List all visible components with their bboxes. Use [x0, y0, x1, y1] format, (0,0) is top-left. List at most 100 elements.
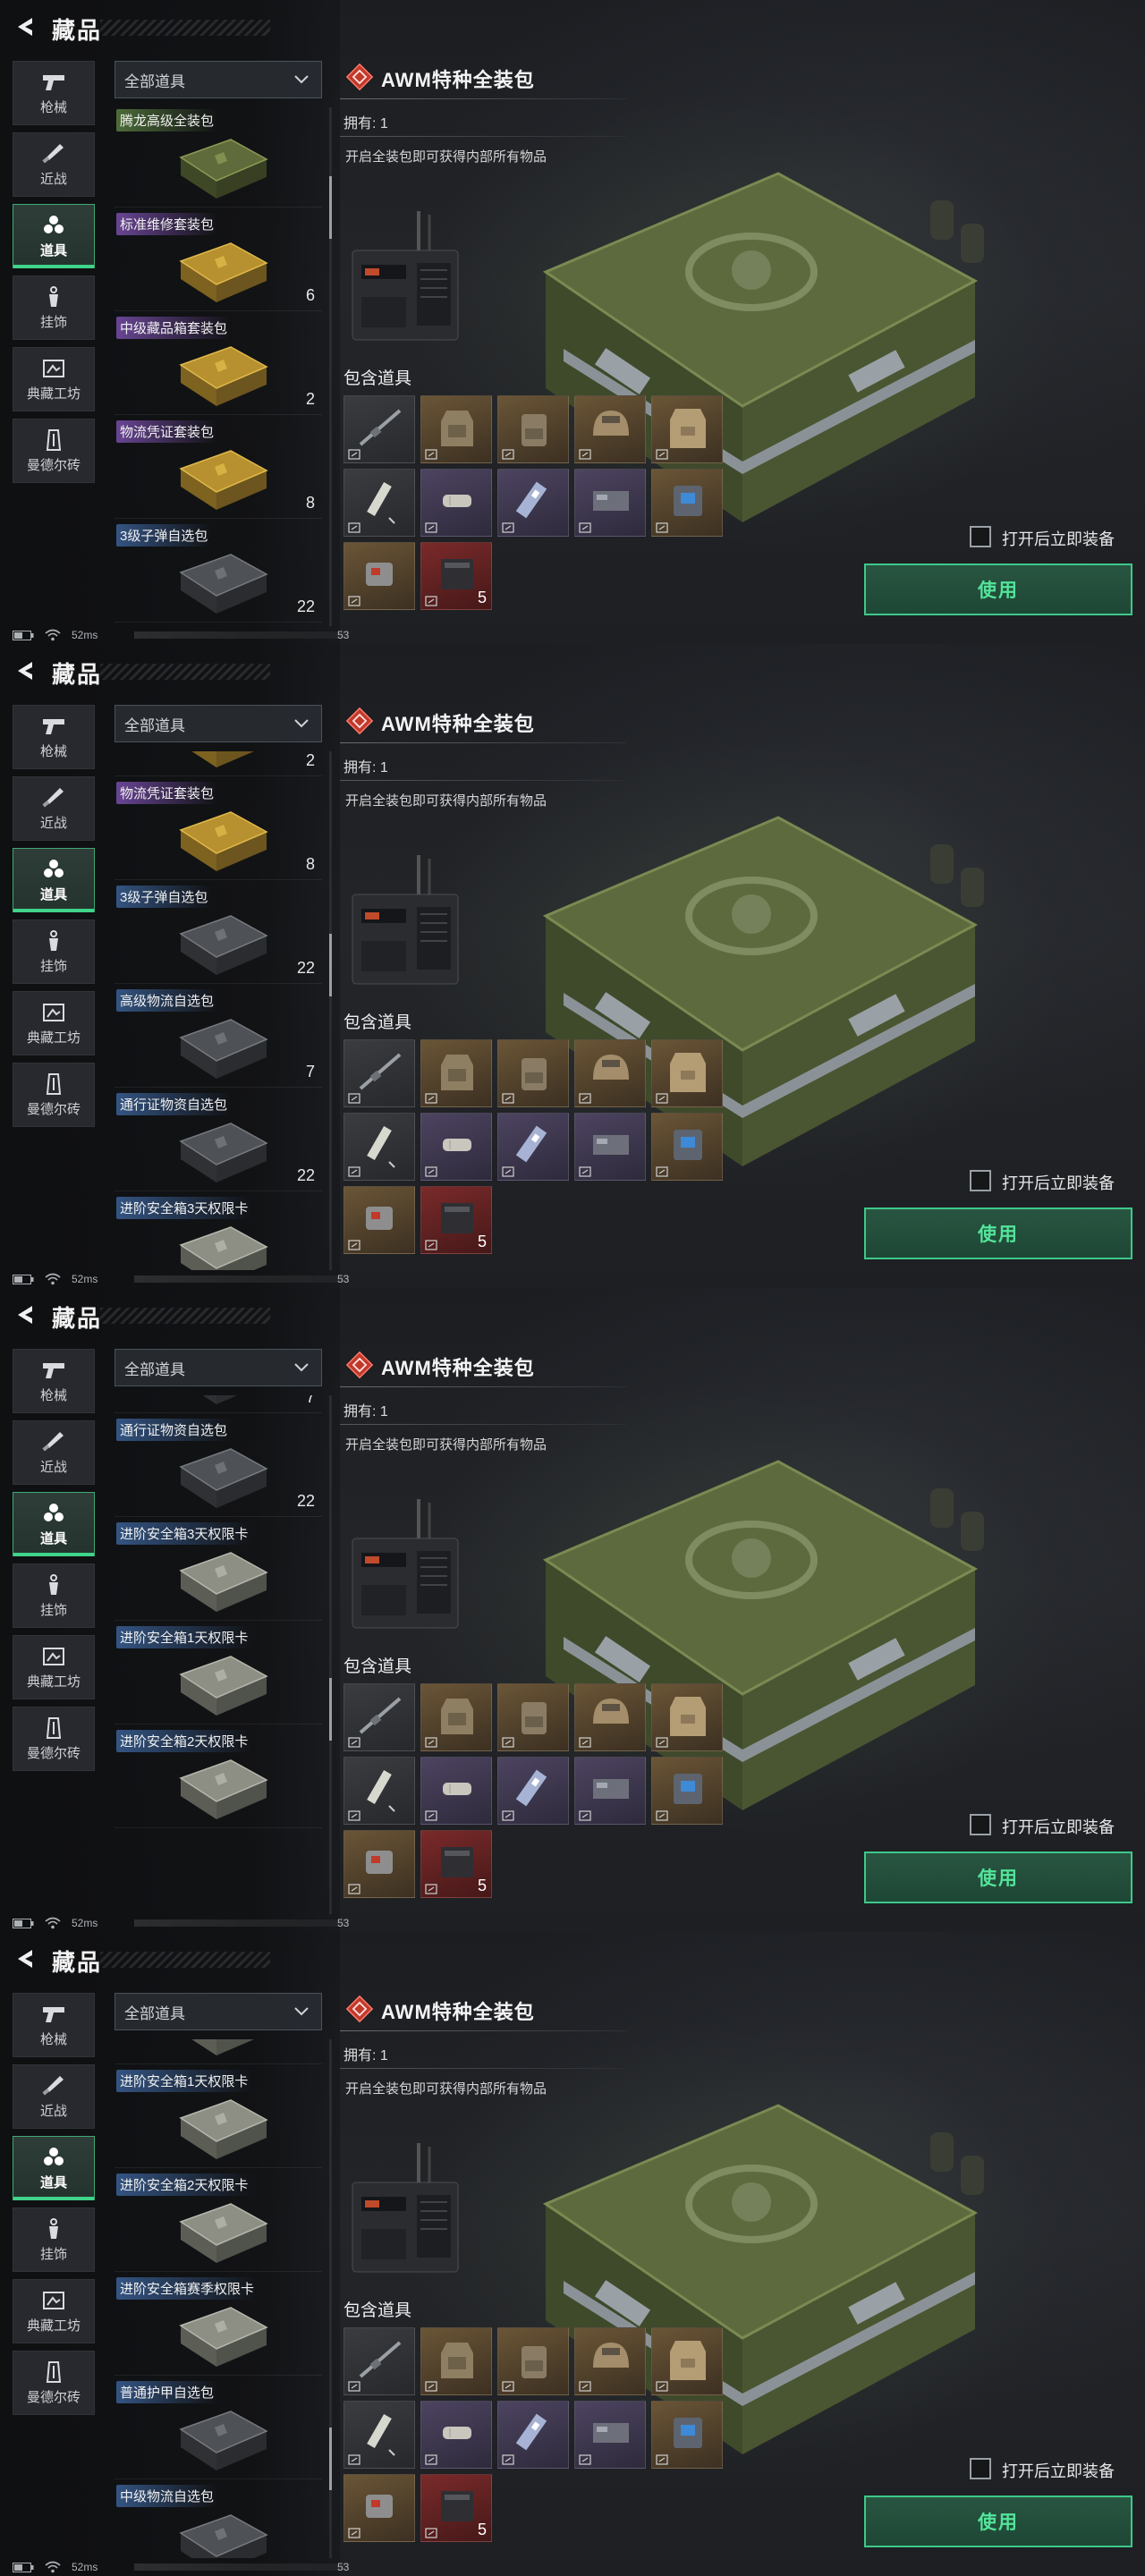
equip-after-open-checkbox[interactable]: [970, 526, 991, 547]
list-item[interactable]: 通行证物资自选包 22: [114, 1417, 322, 1517]
content-slot[interactable]: [420, 469, 492, 537]
item-filter-dropdown[interactable]: 全部道具: [114, 61, 322, 98]
content-slot[interactable]: [574, 1113, 646, 1181]
list-item[interactable]: 进阶安全箱2天权限卡: [114, 2172, 322, 2272]
content-slot[interactable]: [574, 469, 646, 537]
content-slot[interactable]: [344, 469, 415, 537]
content-slot[interactable]: [344, 1186, 415, 1254]
list-item[interactable]: 中级物流自选包: [114, 2483, 322, 2558]
item-filter-dropdown[interactable]: 全部道具: [114, 1993, 322, 2030]
content-slot[interactable]: [420, 1757, 492, 1825]
use-button[interactable]: 使用: [864, 2496, 1132, 2547]
list-scroll-thumb[interactable]: [329, 1678, 332, 1741]
sidebar-item-items[interactable]: 道具: [13, 1492, 95, 1556]
content-slot[interactable]: [574, 1039, 646, 1107]
content-slot[interactable]: [574, 2401, 646, 2469]
list-scroll-thumb[interactable]: [329, 175, 332, 239]
item-list[interactable]: 高级物流自选包7 通行证物资自选包 22 进阶安全箱3天权限卡进阶安全箱1天权限卡进阶…: [114, 1395, 322, 1914]
content-slot[interactable]: [651, 395, 723, 463]
use-button[interactable]: 使用: [864, 1208, 1132, 1259]
content-slot[interactable]: [344, 1683, 415, 1751]
sidebar-item-charm[interactable]: 挂饰: [13, 919, 95, 984]
content-slot[interactable]: [420, 2401, 492, 2469]
content-slot[interactable]: [651, 2327, 723, 2395]
list-item[interactable]: 中级藏品箱套装包 2: [114, 315, 322, 415]
list-item[interactable]: 进阶安全箱3天权限卡: [114, 1195, 322, 1270]
content-slot[interactable]: [420, 1113, 492, 1181]
content-slot[interactable]: [651, 1683, 723, 1751]
list-item[interactable]: 高级物流自选包7: [114, 1395, 322, 1413]
use-button[interactable]: 使用: [864, 1852, 1132, 1903]
list-item[interactable]: 2: [114, 751, 322, 776]
content-slot[interactable]: [344, 542, 415, 610]
content-slot[interactable]: [574, 2327, 646, 2395]
sidebar-item-items[interactable]: 道具: [13, 204, 95, 268]
content-slot[interactable]: [497, 395, 569, 463]
sidebar-item-items[interactable]: 道具: [13, 2136, 95, 2200]
item-list[interactable]: 进阶安全箱1天权限卡 进阶安全箱2天权限卡 进阶安全箱赛季权限卡 普通护甲自选包 中级物…: [114, 2039, 322, 2558]
equip-after-open-checkbox[interactable]: [970, 2458, 991, 2479]
list-item[interactable]: 进阶安全箱赛季权限卡: [114, 2275, 322, 2376]
list-item[interactable]: 物流凭证套装包 8: [114, 780, 322, 880]
list-item[interactable]: 普通护甲自选包: [114, 2379, 322, 2479]
list-scrollbar[interactable]: [329, 751, 332, 1270]
sidebar-item-charm[interactable]: 挂饰: [13, 1563, 95, 1628]
content-slot[interactable]: [420, 395, 492, 463]
list-item[interactable]: 进阶安全箱1天权限卡: [114, 1624, 322, 1724]
back-arrow-icon[interactable]: [13, 1946, 38, 1971]
sidebar-item-knife[interactable]: 近战: [13, 776, 95, 841]
sidebar-item-workshop[interactable]: 典藏工坊: [13, 1635, 95, 1699]
use-button[interactable]: 使用: [864, 564, 1132, 615]
list-scrollbar[interactable]: [329, 107, 332, 626]
list-scrollbar[interactable]: [329, 2039, 332, 2558]
sidebar-item-knife[interactable]: 近战: [13, 1420, 95, 1485]
content-slot[interactable]: [344, 395, 415, 463]
content-slot[interactable]: [497, 2401, 569, 2469]
content-slot[interactable]: [651, 469, 723, 537]
list-item[interactable]: 标准维修套装包 6: [114, 211, 322, 311]
content-slot[interactable]: [497, 2327, 569, 2395]
content-slot[interactable]: [651, 1757, 723, 1825]
list-item[interactable]: 通行证物资自选包 22: [114, 1091, 322, 1191]
list-item[interactable]: 进阶安全箱1天权限卡: [114, 2068, 322, 2168]
list-item[interactable]: 进阶安全箱3天权限卡: [114, 1521, 322, 1621]
back-arrow-icon[interactable]: [13, 1302, 38, 1327]
equip-after-open-checkbox[interactable]: [970, 1170, 991, 1191]
item-list[interactable]: 2 物流凭证套装包 8 3级子弹自选包 22 高级物流自选包 7 通行证物资自选包 22 进阶安全…: [114, 751, 322, 1270]
content-slot[interactable]: 5: [420, 2474, 492, 2542]
content-slot[interactable]: 5: [420, 1830, 492, 1898]
content-slot[interactable]: [497, 1113, 569, 1181]
sidebar-item-pistol[interactable]: 枪械: [13, 61, 95, 125]
content-slot[interactable]: [651, 2401, 723, 2469]
item-filter-dropdown[interactable]: 全部道具: [114, 1349, 322, 1386]
list-item[interactable]: 高级物流自选包7: [114, 987, 322, 1088]
content-slot[interactable]: [420, 1683, 492, 1751]
list-scrollbar[interactable]: [329, 1395, 332, 1914]
content-slot[interactable]: [651, 1113, 723, 1181]
content-slot[interactable]: [497, 469, 569, 537]
list-item[interactable]: 腾龙高级全装包: [114, 107, 322, 208]
list-scroll-thumb[interactable]: [329, 2427, 332, 2490]
content-slot[interactable]: 5: [420, 1186, 492, 1254]
content-slot[interactable]: [344, 1757, 415, 1825]
sidebar-item-workshop[interactable]: 典藏工坊: [13, 2279, 95, 2343]
back-arrow-icon[interactable]: [13, 658, 38, 683]
content-slot[interactable]: [497, 1039, 569, 1107]
sidebar-item-mandel-brick[interactable]: 曼德尔砖: [13, 2351, 95, 2415]
content-slot[interactable]: [344, 1039, 415, 1107]
content-slot[interactable]: [420, 1039, 492, 1107]
content-slot[interactable]: [344, 2474, 415, 2542]
back-arrow-icon[interactable]: [13, 14, 38, 39]
content-slot[interactable]: [574, 1683, 646, 1751]
sidebar-item-workshop[interactable]: 典藏工坊: [13, 347, 95, 411]
sidebar-item-pistol[interactable]: 枪械: [13, 1993, 95, 2057]
list-item[interactable]: 进阶安全箱2天权限卡: [114, 1728, 322, 1828]
content-slot[interactable]: [420, 2327, 492, 2395]
content-slot[interactable]: [574, 395, 646, 463]
list-scroll-thumb[interactable]: [329, 934, 332, 996]
item-filter-dropdown[interactable]: 全部道具: [114, 705, 322, 742]
item-list[interactable]: 腾龙高级全装包 标准维修套装包 6 中级藏品箱套装包 2 物流凭证套装包 8 3级子弹自选包 2…: [114, 107, 322, 626]
content-slot[interactable]: [497, 1757, 569, 1825]
content-slot[interactable]: [651, 1039, 723, 1107]
sidebar-item-knife[interactable]: 近战: [13, 132, 95, 197]
